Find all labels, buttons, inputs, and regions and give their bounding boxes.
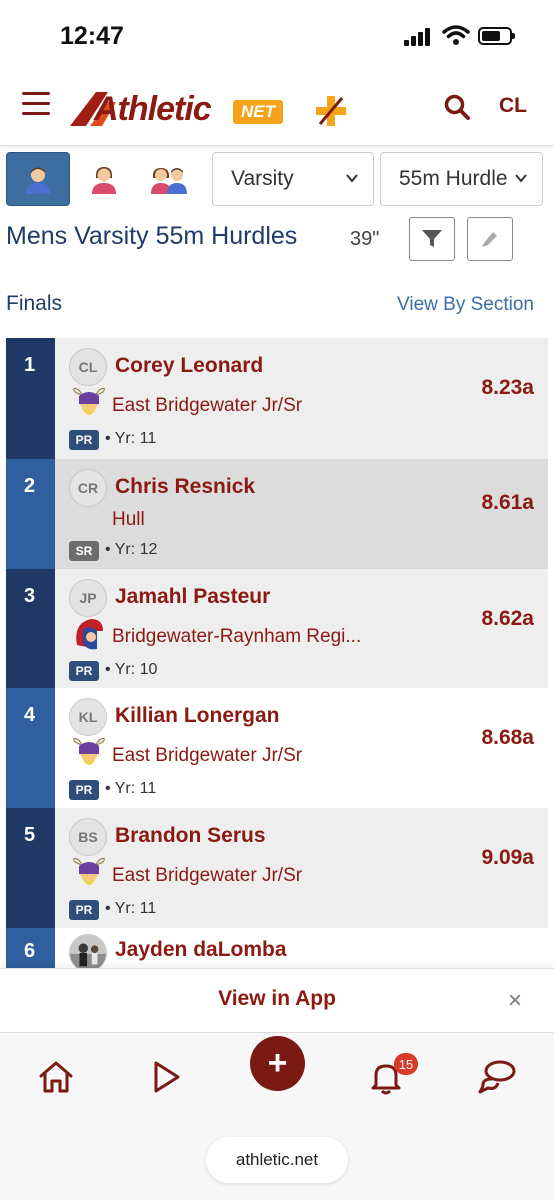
athlete-photo: [69, 934, 107, 968]
athlete-name-link[interactable]: Corey Leonard: [115, 354, 263, 378]
athlete-avatar: BS: [69, 818, 107, 856]
athlete-avatar: JP: [69, 579, 107, 617]
school-link[interactable]: East Bridgewater Jr/Sr: [112, 395, 302, 417]
pr-badge: PR: [69, 780, 99, 800]
result-rank: 3: [6, 569, 55, 688]
status-bar: 12:47: [0, 0, 554, 72]
result-mark: 8.62a: [481, 607, 534, 630]
filter-button[interactable]: [409, 217, 455, 261]
app-header: Athletic NET CL: [0, 72, 554, 146]
athlete-avatar: CL: [69, 348, 107, 386]
hurdle-height: 39": [350, 228, 380, 250]
wifi-icon: [442, 25, 470, 45]
result-mark: 8.23a: [481, 376, 534, 399]
result-mark: 8.68a: [481, 726, 534, 749]
result-rank: 5: [6, 808, 55, 928]
result-rank: 4: [6, 688, 55, 808]
result-rank: 2: [6, 459, 55, 569]
level-select[interactable]: Varsity: [212, 152, 374, 206]
filter-bar: Varsity 55m Hurdles: [0, 152, 554, 208]
view-by-section-link[interactable]: View By Section: [397, 294, 534, 316]
bottom-nav: + 15 athletic.net: [0, 1032, 554, 1200]
add-button[interactable]: +: [250, 1036, 305, 1091]
pr-badge: PR: [69, 430, 99, 450]
logo-text: Athletic: [94, 90, 212, 128]
athlete-avatar: KL: [69, 698, 107, 736]
url-bar[interactable]: athletic.net: [206, 1137, 348, 1183]
athleticnet-logo[interactable]: Athletic NET: [68, 84, 348, 130]
status-time: 12:47: [60, 22, 124, 50]
event-select-value: 55m Hurdles: [399, 167, 507, 190]
athlete-name-link[interactable]: Brandon Serus: [115, 824, 266, 848]
pr-badge: PR: [69, 661, 99, 681]
result-rank: 1: [6, 338, 55, 459]
edit-button[interactable]: [467, 217, 513, 261]
close-banner-icon[interactable]: ×: [508, 987, 522, 1015]
result-row[interactable]: 2 CR Chris Resnick Hull SR • Yr: 12 8.61…: [6, 459, 548, 569]
filter-funnel-icon: [422, 230, 442, 247]
athlete-name-link[interactable]: Jayden daLomba: [115, 938, 287, 962]
sr-badge: SR: [69, 541, 99, 561]
logo-net: NET: [233, 100, 283, 124]
athlete-year: • Yr: 11: [105, 780, 157, 797]
athlete-year: • Yr: 11: [105, 430, 157, 447]
highlighter-icon: [482, 232, 497, 247]
athlete-year: • Yr: 11: [105, 900, 157, 917]
vikings-logo-icon: [73, 387, 105, 415]
athlete-name-link[interactable]: Chris Resnick: [115, 475, 255, 499]
result-row[interactable]: 3 JP Jamahl Pasteur Bridgewater-Raynham …: [6, 569, 548, 688]
trojan-logo-icon: [76, 619, 103, 650]
result-row[interactable]: 5 BS Brandon Serus East Bridgewater Jr/S…: [6, 808, 548, 928]
result-mark: 9.09a: [481, 846, 534, 869]
event-select[interactable]: 55m Hurdles: [380, 152, 543, 206]
results-list: 1 CL Corey Leonard East Bridgewater Jr/S…: [6, 338, 548, 968]
female-person-icon: [92, 167, 116, 194]
vikings-logo-icon: [73, 857, 105, 885]
result-row[interactable]: 1 CL Corey Leonard East Bridgewater Jr/S…: [6, 338, 548, 459]
section-label: Finals: [6, 292, 63, 315]
group-people-icon: [151, 168, 187, 194]
result-row[interactable]: 4 KL Killian Lonergan East Bridgewater J…: [6, 688, 548, 808]
search-icon[interactable]: [444, 94, 470, 120]
notification-badge: 15: [394, 1053, 418, 1075]
battery-icon: [478, 27, 515, 45]
user-menu-button[interactable]: CL: [499, 94, 527, 118]
plus-logo-icon: [316, 96, 346, 126]
result-rank: 6: [6, 928, 55, 968]
male-person-icon: [26, 167, 50, 194]
gender-both-button[interactable]: [138, 152, 202, 206]
school-link[interactable]: East Bridgewater Jr/Sr: [112, 745, 302, 767]
athlete-name-link[interactable]: Jamahl Pasteur: [115, 585, 270, 609]
chat-bubbles-icon[interactable]: [478, 1057, 518, 1097]
chevron-down-icon: [515, 174, 527, 183]
level-select-value: Varsity: [231, 167, 294, 190]
athlete-avatar: CR: [69, 469, 107, 507]
athlete-name-link[interactable]: Killian Lonergan: [115, 704, 280, 728]
view-in-app-banner: View in App ×: [0, 968, 554, 1032]
athlete-year: • Yr: 10: [105, 661, 158, 678]
gender-female-button[interactable]: [72, 152, 136, 206]
view-in-app-button[interactable]: View in App: [0, 987, 554, 1011]
athlete-year: • Yr: 12: [105, 541, 158, 558]
menu-icon[interactable]: [22, 92, 50, 116]
result-mark: 8.61a: [481, 491, 534, 514]
result-row[interactable]: 6 Jayden daLomba: [6, 928, 548, 968]
home-icon[interactable]: [36, 1057, 76, 1097]
cellular-signal-icon: [404, 28, 432, 46]
vikings-logo-icon: [73, 737, 105, 765]
pr-badge: PR: [69, 900, 99, 920]
school-link[interactable]: East Bridgewater Jr/Sr: [112, 865, 302, 887]
page-title: Mens Varsity 55m Hurdles: [6, 222, 298, 250]
gender-male-button[interactable]: [6, 152, 70, 206]
chevron-down-icon: [346, 174, 358, 183]
school-link[interactable]: Bridgewater-Raynham Regi...: [112, 626, 361, 648]
play-icon[interactable]: [146, 1057, 186, 1097]
school-link[interactable]: Hull: [112, 509, 145, 531]
